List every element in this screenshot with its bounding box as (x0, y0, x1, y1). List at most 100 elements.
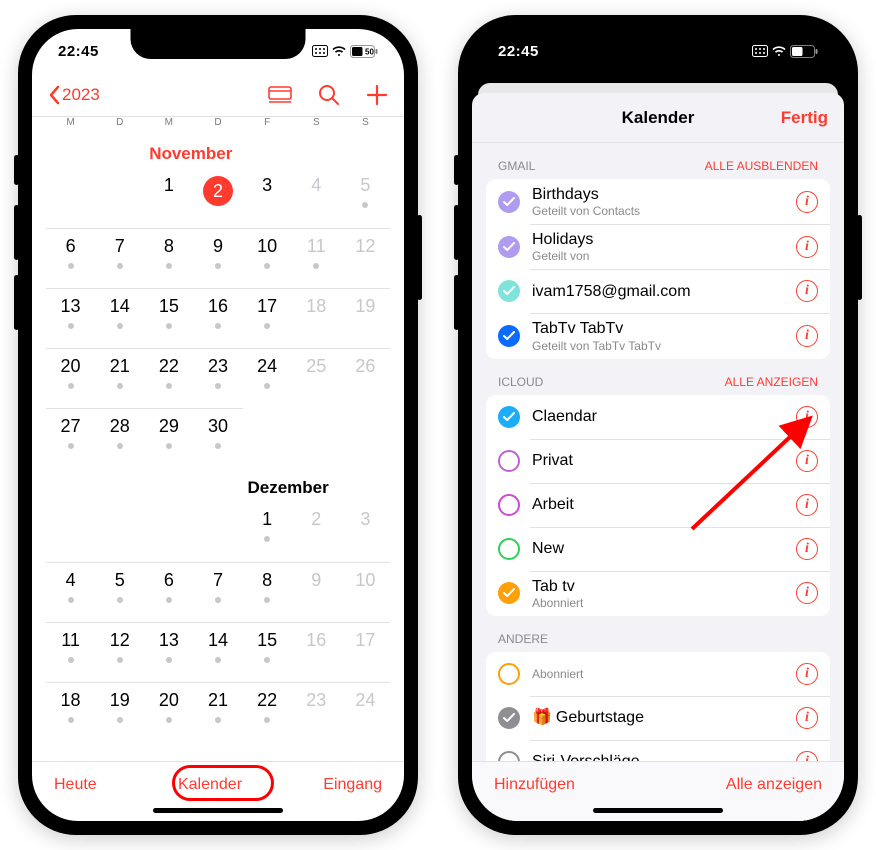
calendar-check[interactable] (498, 663, 520, 685)
day-cell[interactable]: 15 (144, 288, 193, 348)
calendar-row[interactable]: Newi (486, 527, 830, 571)
info-button[interactable]: i (796, 494, 818, 516)
calendar-check[interactable] (498, 707, 520, 729)
calendar-row[interactable]: Claendari (486, 395, 830, 439)
day-cell[interactable]: 6 (46, 228, 95, 288)
day-cell[interactable]: 11 (292, 228, 341, 288)
day-cell[interactable]: 15 (243, 622, 292, 682)
info-button[interactable]: i (796, 751, 818, 761)
day-cell[interactable]: 12 (95, 622, 144, 682)
day-cell[interactable]: 9 (292, 562, 341, 622)
home-indicator[interactable] (153, 808, 283, 813)
calendar-row[interactable]: ivam1758@gmail.comi (486, 269, 830, 313)
day-cell[interactable]: 19 (341, 288, 390, 348)
calendar-check[interactable] (498, 406, 520, 428)
day-cell[interactable]: 1 (144, 168, 193, 228)
add-calendar-button[interactable]: Hinzufügen (494, 776, 575, 794)
calendars-button[interactable]: Kalender (178, 776, 242, 794)
day-cell[interactable]: 24 (341, 682, 390, 742)
day-cell[interactable]: 22 (144, 348, 193, 408)
month-scroll[interactable]: November 1234567891011121314151617181920… (32, 134, 404, 761)
calendar-check[interactable] (498, 325, 520, 347)
calendar-row[interactable]: Privati (486, 439, 830, 483)
day-cell[interactable]: 20 (46, 348, 95, 408)
info-button[interactable]: i (796, 663, 818, 685)
day-cell[interactable]: 5 (341, 168, 390, 228)
day-cell[interactable]: 23 (292, 682, 341, 742)
day-cell[interactable]: 4 (46, 562, 95, 622)
inbox-button[interactable]: Eingang (323, 776, 382, 794)
add-icon[interactable] (366, 84, 388, 106)
day-cell[interactable]: 17 (341, 622, 390, 682)
section-action[interactable]: ALLE ANZEIGEN (725, 375, 818, 389)
day-cell[interactable]: 24 (243, 348, 292, 408)
day-cell[interactable]: 3 (341, 502, 390, 562)
day-cell[interactable]: 16 (292, 622, 341, 682)
info-button[interactable]: i (796, 450, 818, 472)
calendar-row[interactable]: TabTv TabTvGeteilt von TabTv TabTvi (486, 313, 830, 358)
back-button[interactable]: 2023 (48, 85, 100, 105)
info-button[interactable]: i (796, 325, 818, 347)
info-button[interactable]: i (796, 707, 818, 729)
day-cell[interactable]: 21 (193, 682, 242, 742)
day-cell[interactable]: 2 (193, 168, 242, 228)
day-cell[interactable]: 9 (193, 228, 242, 288)
today-button[interactable]: Heute (54, 776, 97, 794)
calendar-row[interactable]: Abonnierti (486, 652, 830, 696)
calendar-row[interactable]: BirthdaysGeteilt von Contactsi (486, 179, 830, 224)
day-cell[interactable]: 3 (243, 168, 292, 228)
info-button[interactable]: i (796, 236, 818, 258)
day-cell[interactable]: 25 (292, 348, 341, 408)
day-cell[interactable]: 7 (193, 562, 242, 622)
calendar-row[interactable]: Arbeiti (486, 483, 830, 527)
calendar-row[interactable]: Siri-Vorschlägei (486, 740, 830, 761)
info-button[interactable]: i (796, 582, 818, 604)
day-cell[interactable]: 12 (341, 228, 390, 288)
done-button[interactable]: Fertig (781, 108, 828, 128)
info-button[interactable]: i (796, 280, 818, 302)
day-cell[interactable]: 27 (46, 408, 95, 468)
day-cell[interactable]: 13 (46, 288, 95, 348)
day-cell[interactable]: 23 (193, 348, 242, 408)
day-cell[interactable]: 10 (341, 562, 390, 622)
day-cell[interactable]: 26 (341, 348, 390, 408)
info-button[interactable]: i (796, 538, 818, 560)
calendar-check[interactable] (498, 450, 520, 472)
info-button[interactable]: i (796, 191, 818, 213)
day-cell[interactable]: 28 (95, 408, 144, 468)
day-cell[interactable]: 29 (144, 408, 193, 468)
day-cell[interactable]: 11 (46, 622, 95, 682)
calendar-check[interactable] (498, 236, 520, 258)
day-cell[interactable]: 18 (292, 288, 341, 348)
calendar-check[interactable] (498, 191, 520, 213)
day-cell[interactable]: 17 (243, 288, 292, 348)
day-cell[interactable]: 10 (243, 228, 292, 288)
day-cell[interactable]: 21 (95, 348, 144, 408)
section-action[interactable]: ALLE AUSBLENDEN (705, 159, 818, 173)
day-cell[interactable]: 22 (243, 682, 292, 742)
day-cell[interactable]: 13 (144, 622, 193, 682)
calendar-row[interactable]: HolidaysGeteilt voni (486, 224, 830, 269)
day-cell[interactable]: 20 (144, 682, 193, 742)
day-cell[interactable]: 6 (144, 562, 193, 622)
day-cell[interactable]: 8 (144, 228, 193, 288)
day-cell[interactable]: 14 (95, 288, 144, 348)
day-cell[interactable]: 1 (243, 502, 292, 562)
sheet-body[interactable]: GMAILALLE AUSBLENDENBirthdaysGeteilt von… (472, 143, 844, 761)
show-all-button[interactable]: Alle anzeigen (726, 776, 822, 794)
info-button[interactable]: i (796, 406, 818, 428)
day-cell[interactable]: 14 (193, 622, 242, 682)
calendar-check[interactable] (498, 751, 520, 761)
day-cell[interactable]: 2 (292, 502, 341, 562)
calendar-row[interactable]: 🎁Geburtstagei (486, 696, 830, 740)
day-cell[interactable]: 18 (46, 682, 95, 742)
home-indicator[interactable] (593, 808, 723, 813)
day-cell[interactable]: 4 (292, 168, 341, 228)
day-cell[interactable]: 16 (193, 288, 242, 348)
day-cell[interactable]: 8 (243, 562, 292, 622)
day-cell[interactable]: 19 (95, 682, 144, 742)
calendar-check[interactable] (498, 494, 520, 516)
day-cell[interactable]: 30 (193, 408, 242, 468)
calendar-check[interactable] (498, 280, 520, 302)
day-cell[interactable]: 5 (95, 562, 144, 622)
